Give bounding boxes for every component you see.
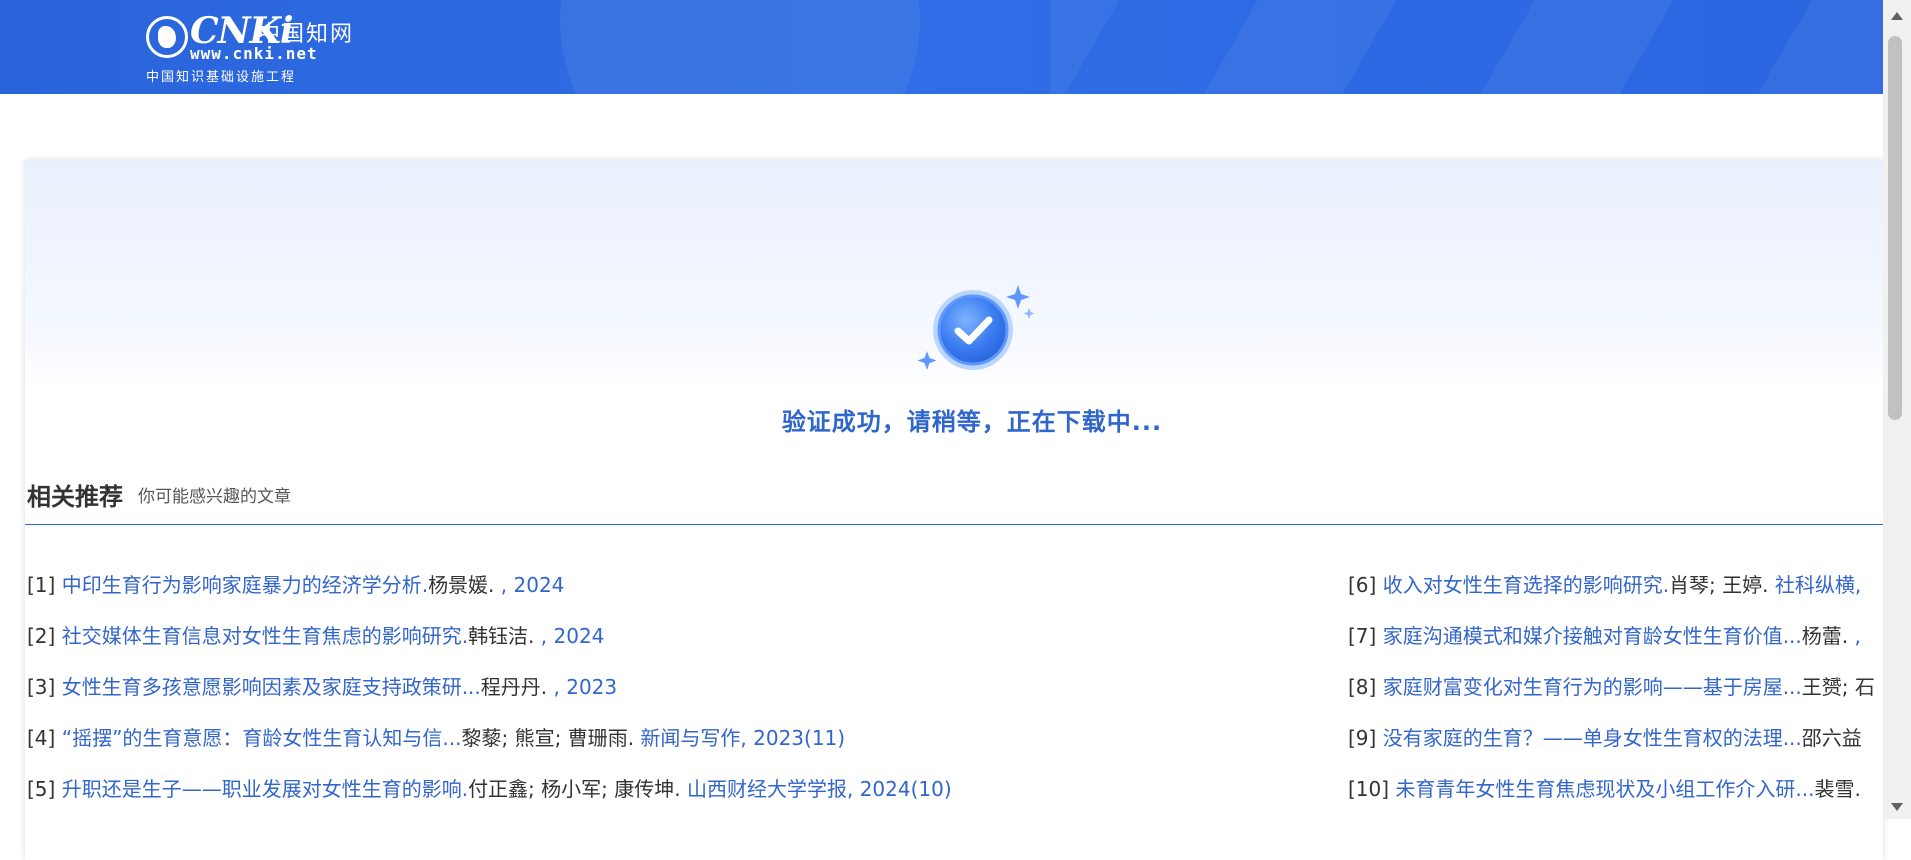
- scroll-up-icon[interactable]: [1891, 12, 1903, 20]
- divider: [25, 524, 1883, 525]
- article-title-link[interactable]: 女性生育多孩意愿影响因素及家庭支持政策研...: [62, 675, 481, 699]
- list-item: [2] 社交媒体生育信息对女性生育焦虑的影响研究.韩钰洁. , 2024: [27, 621, 952, 672]
- article-authors: 杨蕾.: [1801, 624, 1849, 648]
- item-index: [8]: [1348, 675, 1377, 699]
- recommendations-subtitle: 你可能感兴趣的文章: [138, 487, 291, 507]
- article-title-link[interactable]: 中印生育行为影响家庭暴力的经济学分析.: [62, 573, 428, 597]
- header-decoration-stripes: [1050, 0, 1883, 94]
- item-index: [1]: [27, 573, 56, 597]
- header-decoration: [560, 0, 920, 94]
- item-index: [9]: [1348, 726, 1377, 750]
- item-index: [5]: [27, 777, 56, 801]
- article-authors: 杨景媛.: [428, 573, 495, 597]
- article-authors: 付正鑫; 杨小军; 康传坤.: [468, 777, 681, 801]
- list-item: [4] “摇摆”的生育意愿：育龄女性生育认知与信...黎藜; 熊宣; 曹珊雨. …: [27, 723, 952, 774]
- item-index: [7]: [1348, 624, 1377, 648]
- logo-url: www.cnki.net: [190, 44, 318, 63]
- article-source-link[interactable]: , 2023: [547, 675, 617, 699]
- article-authors: 邵六益: [1801, 726, 1862, 750]
- article-title-link[interactable]: 收入对女性生育选择的影响研究.: [1383, 573, 1669, 597]
- list-item: [1] 中印生育行为影响家庭暴力的经济学分析.杨景媛. , 2024: [27, 570, 952, 621]
- article-authors: 韩钰洁.: [468, 624, 535, 648]
- article-source-link[interactable]: 新闻与写作, 2023(11): [634, 726, 845, 750]
- article-source-link[interactable]: 社科纵横,: [1769, 573, 1861, 597]
- logo-slogan: 中国知识基础设施工程: [146, 70, 297, 85]
- list-item: [5] 升职还是生子——职业发展对女性生育的影响.付正鑫; 杨小军; 康传坤. …: [27, 774, 952, 825]
- list-item: [10] 未育青年女性生育焦虑现状及小组工作介入研...裴雪.: [1348, 774, 1883, 825]
- cnki-logo[interactable]: CNKi 中国知网 www.cnki.net 中国知识基础设施工程: [146, 10, 356, 85]
- item-index: [10]: [1348, 777, 1390, 801]
- item-index: [3]: [27, 675, 56, 699]
- article-title-link[interactable]: 家庭沟通模式和媒介接触对育龄女性生育价值...: [1383, 624, 1802, 648]
- article-source-link[interactable]: , 2024: [534, 624, 605, 648]
- article-authors: 黎藜; 熊宣; 曹珊雨.: [461, 726, 635, 750]
- article-source-link[interactable]: , 2024: [494, 573, 565, 597]
- item-index: [4]: [27, 726, 56, 750]
- article-title-link[interactable]: 家庭财富变化对生育行为的影响——基于房屋...: [1383, 675, 1802, 699]
- scrollbar-thumb[interactable]: [1888, 36, 1902, 420]
- list-item: [6] 收入对女性生育选择的影响研究.肖琴; 王婷. 社科纵横,: [1348, 570, 1883, 621]
- list-item: [8] 家庭财富变化对生育行为的影响——基于房屋...王赟; 石: [1348, 672, 1883, 723]
- recommendations-left-list: [1] 中印生育行为影响家庭暴力的经济学分析.杨景媛. , 2024 [2] 社…: [27, 570, 952, 825]
- article-title-link[interactable]: “摇摆”的生育意愿：育龄女性生育认知与信...: [62, 726, 462, 750]
- item-index: [6]: [1348, 573, 1377, 597]
- article-title-link[interactable]: 未育青年女性生育焦虑现状及小组工作介入研...: [1395, 777, 1814, 801]
- article-title-link[interactable]: 没有家庭的生育？——单身女性生育权的法理...: [1383, 726, 1802, 750]
- article-authors: 肖琴; 王婷.: [1669, 573, 1769, 597]
- scroll-down-icon[interactable]: [1891, 803, 1903, 811]
- item-index: [2]: [27, 624, 56, 648]
- list-item: [9] 没有家庭的生育？——单身女性生育权的法理...邵六益: [1348, 723, 1883, 774]
- list-item: [3] 女性生育多孩意愿影响因素及家庭支持政策研...程丹丹. , 2023: [27, 672, 952, 723]
- article-title-link[interactable]: 升职还是生子——职业发展对女性生育的影响.: [62, 777, 468, 801]
- vertical-scrollbar[interactable]: [1883, 0, 1911, 819]
- site-header: CNKi 中国知网 www.cnki.net 中国知识基础设施工程: [0, 0, 1883, 94]
- list-item: [7] 家庭沟通模式和媒介接触对育龄女性生育价值...杨蕾. ,: [1348, 621, 1883, 672]
- article-source-link[interactable]: ,: [1848, 624, 1860, 648]
- recommendations-right-list: [6] 收入对女性生育选择的影响研究.肖琴; 王婷. 社科纵横, [7] 家庭沟…: [1348, 570, 1883, 825]
- article-source-link[interactable]: 山西财经大学学报, 2024(10): [681, 777, 952, 801]
- article-authors: 裴雪.: [1814, 777, 1861, 801]
- status-message: 验证成功，请稍等，正在下载中...: [781, 408, 1163, 436]
- article-authors: 王赟; 石: [1801, 675, 1875, 699]
- check-icon: [915, 280, 1035, 380]
- recommendations-title: 相关推荐: [27, 483, 123, 511]
- article-title-link[interactable]: 社交媒体生育信息对女性生育焦虑的影响研究.: [62, 624, 468, 648]
- article-authors: 程丹丹.: [480, 675, 548, 699]
- globe-icon: [146, 16, 188, 58]
